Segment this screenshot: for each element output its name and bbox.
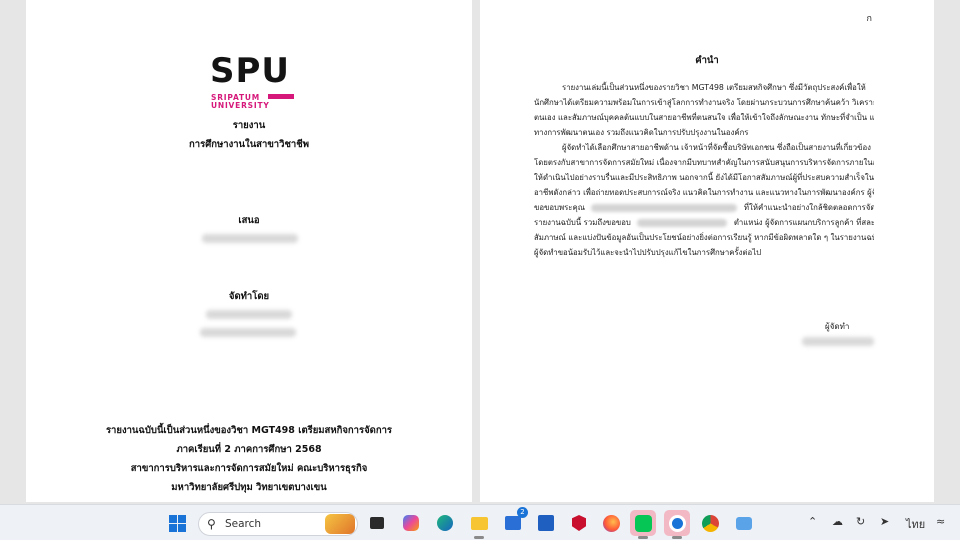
send-icon[interactable]: ➤: [880, 515, 889, 528]
app-icon[interactable]: [533, 510, 559, 536]
taskbar: ⚲ Search 2 ⌃ ☁ ↻ ➤ ไทย ≈: [0, 504, 960, 540]
paragraph-line: อาชีพดังกล่าว เพื่อถ่ายทอดประสบการณ์จริง…: [534, 188, 874, 197]
preface-title: คำนำ: [695, 55, 719, 66]
refresh-sync-icon[interactable]: ↻: [856, 515, 865, 528]
mcafee-icon[interactable]: [566, 510, 592, 536]
cover-footer-line-3: สาขาการบริหารและการจัดการสมัยใหม่ คณะบริ…: [130, 463, 368, 474]
cover-footer-line-2: ภาคเรียนที่ 2 ภาคการศึกษา 2568: [176, 444, 322, 455]
document-page-cover: SPU SRIPATUM UNIVERSITY รายงาน การศึกษาง…: [26, 0, 472, 502]
signer-label: ผู้จัดทำ: [825, 322, 850, 331]
search-icon: ⚲: [207, 517, 216, 531]
store-icon[interactable]: 2: [500, 507, 528, 536]
text-part: รายงานฉบับนี้ รวมถึงขอขอบ: [534, 218, 631, 227]
redacted-advisor: [202, 234, 298, 243]
cover-footer-line-4: มหาวิทยาลัยศรีปทุม วิทยาเขตบางเขน: [171, 482, 327, 493]
page-number: ก: [866, 14, 872, 24]
paragraph-line: รายงานเล่มนี้เป็นส่วนหนึ่งของรายวิชา MGT…: [562, 83, 866, 92]
submit-to-label: เสนอ: [238, 215, 260, 226]
redacted-signer-name: [802, 337, 874, 346]
preface-paragraph-2: ผู้จัดทำได้เลือกศึกษาสายอาชีพด้าน เจ้าหน…: [534, 140, 874, 260]
firefox-icon[interactable]: [598, 510, 624, 536]
logo-bar: [268, 94, 294, 99]
search-placeholder: Search: [225, 518, 262, 530]
chevron-up-icon[interactable]: ⌃: [808, 515, 817, 528]
logo-line2: UNIVERSITY: [211, 101, 270, 110]
paragraph-line: สัมภาษณ์ และแบ่งปันข้อมูลอันเป็นประโยชน์…: [534, 233, 874, 242]
preface-paragraph-1: รายงานเล่มนี้เป็นส่วนหนึ่งของรายวิชา MGT…: [534, 80, 874, 140]
cover-subtitle: การศึกษางานในสาขาวิชาชีพ: [189, 139, 309, 150]
text-part: ที่ให้คำแนะนำอย่างใกล้ชิดตลอดการจัดทำ: [743, 203, 874, 212]
redacted-name: [591, 204, 738, 212]
spu-logo: SPU SRIPATUM UNIVERSITY: [210, 51, 300, 112]
paragraph-line: ให้ดำเนินไปอย่างราบรื่นและมีประสิทธิภาพ …: [534, 173, 874, 182]
redacted-author-name: [206, 310, 292, 319]
paragraph-line-redacted: ขอขอบพระคุณ ที่ให้คำแนะนำอย่างใกล้ชิดตลอ…: [534, 200, 874, 215]
paragraph-line: ผู้จัดทำขอน้อมรับไว้และจะนำไปปรับปรุงแก้…: [534, 248, 762, 257]
taskbar-search[interactable]: ⚲ Search: [198, 512, 358, 536]
paragraph-line: ตนเอง และสัมภาษณ์บุคคลต้นแบบในสายอาชีพที…: [534, 113, 874, 122]
redacted-name: [637, 219, 728, 227]
file-explorer-icon[interactable]: [466, 510, 492, 539]
paragraph-line: นักศึกษาได้เตรียมความพร้อมในการเข้าสู่โล…: [534, 98, 874, 107]
paragraph-line-redacted: รายงานฉบับนี้ รวมถึงขอขอบ ตำแหน่ง ผู้จัด…: [534, 215, 874, 230]
search-highlight-art-icon: [325, 514, 355, 534]
chrome-icon[interactable]: [697, 510, 723, 536]
cover-footer-line-1: รายงานฉบับนี้เป็นส่วนหนึ่งของวิชา MGT498…: [105, 425, 393, 436]
language-indicator[interactable]: ไทย: [906, 515, 925, 533]
line-icon[interactable]: [630, 510, 656, 539]
text-part: ตำแหน่ง ผู้จัดการแผนกบริการลูกค้า ที่สละ…: [733, 218, 874, 227]
paragraph-line: ทางการพัฒนาตนเอง รวมถึงแนวคิดในการปรับปร…: [534, 128, 749, 137]
app-highlighted-icon[interactable]: [664, 510, 690, 539]
windows-start-icon[interactable]: [164, 510, 190, 536]
document-page-preface: ก คำนำ รายงานเล่มนี้เป็นส่วนหนึ่งของรายว…: [480, 0, 934, 502]
onedrive-folder-icon[interactable]: [731, 510, 757, 536]
edge-icon[interactable]: [432, 510, 458, 536]
cover-title: รายงาน: [232, 120, 266, 131]
prepared-by-label: จัดทำโดย: [228, 291, 270, 302]
logo-text: SPU: [210, 51, 291, 91]
store-badge: 2: [517, 507, 528, 518]
paragraph-line: โดยตรงกับสาขาการจัดการสมัยใหม่ เนื่องจาก…: [534, 158, 874, 167]
wifi-icon[interactable]: ≈: [936, 515, 945, 528]
cloud-sync-icon[interactable]: ☁: [832, 515, 843, 528]
copilot-icon[interactable]: [398, 510, 424, 536]
paragraph-line: ผู้จัดทำได้เลือกศึกษาสายอาชีพด้าน เจ้าหน…: [562, 143, 871, 152]
redacted-author-id: [200, 328, 296, 337]
task-view-icon[interactable]: [364, 510, 390, 536]
text-part: ขอขอบพระคุณ: [534, 203, 585, 212]
